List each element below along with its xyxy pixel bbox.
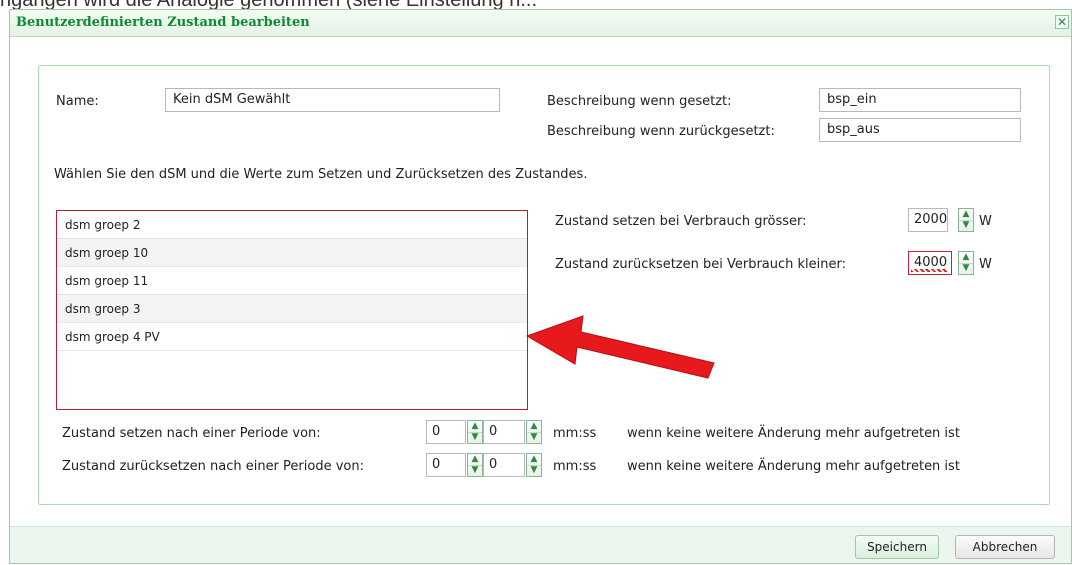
edit-state-dialog: Benutzerdefinierten Zustand bearbeiten ✕… bbox=[9, 9, 1072, 564]
annotation-arrow-icon bbox=[525, 315, 715, 379]
background-text-fragment: ngangen wird die Analogie genommen (sieh… bbox=[0, 0, 1072, 9]
